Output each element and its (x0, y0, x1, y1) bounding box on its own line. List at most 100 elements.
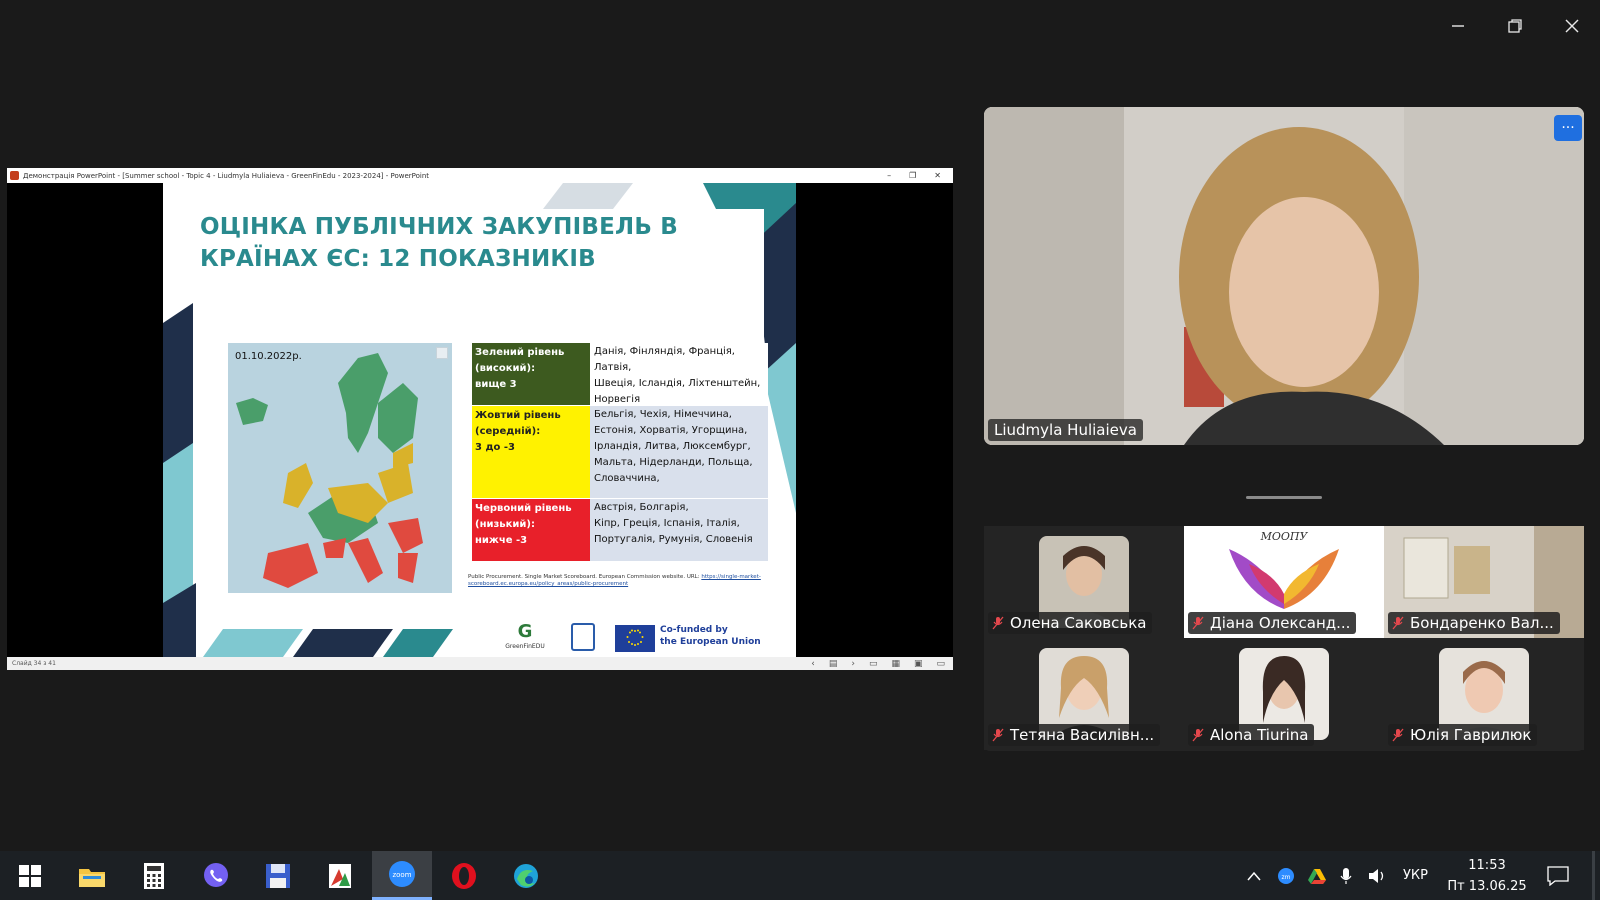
slide-area: ОЦІНКА ПУБЛІЧНИХ ЗАКУПІВЕЛЬ В КРАЇНАХ ЄС… (7, 183, 953, 657)
drive-tray-icon[interactable] (1308, 851, 1326, 900)
tray-overflow-icon[interactable] (1247, 851, 1261, 900)
slide-counter: Слайд 34 з 41 (12, 660, 56, 667)
speaker-avatar (984, 107, 1584, 445)
zoom-button[interactable]: zoom (372, 851, 432, 900)
language-indicator[interactable]: УКР (1403, 851, 1428, 900)
notifications-icon[interactable] (1547, 851, 1569, 900)
windows-taskbar: zoom zm УКР 11:53 Пт 13.06.25 (0, 851, 1600, 900)
participant-banner: МООПУ (1260, 530, 1308, 543)
muted-mic-icon (992, 616, 1004, 630)
legend-countries: Австрія, Болгарія, Кіпр, Греція, Іспанія… (590, 499, 768, 561)
participant-tile[interactable]: Бондаренко Вал... (1384, 526, 1584, 638)
eu-cofunded-text: Co-funded by the European Union (660, 625, 761, 647)
show-desktop-button[interactable] (1592, 851, 1595, 900)
pp-close-icon: ✕ (934, 171, 941, 180)
panel-resize-handle[interactable] (1246, 496, 1322, 499)
pdf-icon (329, 863, 351, 888)
legend-countries: Бельгія, Чехія, Німеччина, Естонія, Хорв… (590, 406, 768, 498)
reading-view-icon[interactable]: ▣ (914, 659, 923, 669)
greenfinedu-g-icon: G (517, 621, 533, 642)
muted-mic-icon (992, 728, 1004, 742)
legend-level: Жовтий рівень (середній): 3 до -3 (472, 406, 590, 498)
clock-time: 11:53 (1468, 858, 1506, 873)
muted-mic-icon (1192, 616, 1204, 630)
sorter-view-icon[interactable]: ▦ (891, 659, 900, 669)
viber-button[interactable] (186, 851, 246, 900)
participant-gallery: Олена Саковська МООПУ Діана Олександ... … (984, 526, 1584, 751)
participant-tile[interactable]: Олена Саковська (984, 526, 1184, 638)
pp-minimize-icon: – (887, 171, 892, 180)
microphone-tray-icon[interactable] (1340, 851, 1352, 900)
muted-mic-icon (1392, 616, 1404, 630)
participant-name: Alona Tiurina (1210, 726, 1309, 744)
shared-screen: Демонстрація PowerPoint - [Summer school… (7, 168, 953, 670)
eu-flag-icon (615, 625, 655, 652)
calculator-button[interactable] (124, 851, 184, 900)
opera-button[interactable] (434, 851, 494, 900)
legend-level: Зелений рівень (високий): вище 3 (472, 343, 590, 405)
prev-slide-icon[interactable]: ‹ (811, 659, 815, 669)
restore-icon (1508, 19, 1522, 33)
participant-tile[interactable]: Тетяна Василівн... (984, 638, 1184, 750)
powerpoint-icon (10, 171, 19, 180)
start-icon (19, 864, 41, 887)
zoom-tray-icon[interactable]: zm (1277, 851, 1295, 900)
minimize-button[interactable] (1440, 10, 1476, 42)
legend-row-red: Червоний рівень (низький): нижче -3 Авст… (472, 499, 768, 561)
clock-date: Пт 13.06.25 (1447, 879, 1527, 894)
greenfinedu-logo: G GreenFinEDU (503, 621, 547, 655)
calculator-icon (144, 862, 164, 889)
file-explorer-button[interactable] (62, 851, 122, 900)
start-button[interactable] (0, 851, 60, 900)
muted-mic-icon (1392, 728, 1404, 742)
restore-button[interactable] (1497, 10, 1533, 42)
file-explorer-icon (79, 868, 105, 887)
save-app-button[interactable] (248, 851, 308, 900)
slideshow-view-icon[interactable]: ▭ (936, 659, 945, 669)
svg-text:zm: zm (1282, 874, 1291, 881)
volume-tray-icon[interactable] (1367, 851, 1387, 900)
powerpoint-statusbar: Слайд 34 з 41 ‹ ▤ › ▭ ▦ ▣ ▭ (7, 657, 953, 670)
muted-mic-icon (1192, 728, 1204, 742)
participant-name: Тетяна Василівн... (1010, 726, 1155, 744)
greenfinedu-label: GreenFinEDU (505, 643, 545, 650)
participant-tile[interactable]: Alona Tiurina (1184, 638, 1384, 750)
more-options-button[interactable]: ··· (1554, 115, 1582, 141)
normal-view-icon[interactable]: ▭ (869, 659, 878, 669)
slide: ОЦІНКА ПУБЛІЧНИХ ЗАКУПІВЕЛЬ В КРАЇНАХ ЄС… (163, 183, 796, 657)
participant-name: Бондаренко Вал... (1410, 614, 1554, 632)
speaker-video[interactable]: Liudmyla Huliaieva ··· (984, 107, 1584, 445)
pdf-app-button[interactable] (310, 851, 370, 900)
participant-tile[interactable]: Юлія Гаврилюк (1384, 638, 1584, 750)
europe-map: 01.10.2022р. (228, 343, 452, 593)
participant-name: Юлія Гаврилюк (1410, 726, 1532, 744)
slide-title: ОЦІНКА ПУБЛІЧНИХ ЗАКУПІВЕЛЬ В КРАЇНАХ ЄС… (200, 214, 678, 272)
powerpoint-title: Демонстрація PowerPoint - [Summer school… (23, 171, 430, 180)
zoom-icon-label: zoom (392, 871, 411, 879)
taskbar-clock[interactable]: 11:53 Пт 13.06.25 (1442, 855, 1532, 897)
legend-table: Зелений рівень (високий): вище 3 Данія, … (472, 343, 768, 563)
source-text: Public Procurement. Single Market Scoreb… (468, 574, 702, 580)
europe-map-graphic (236, 353, 423, 588)
next-slide-icon[interactable]: › (851, 659, 855, 669)
legend-row-green: Зелений рівень (високий): вище 3 Данія, … (472, 343, 768, 405)
edge-icon (514, 863, 538, 888)
powerpoint-titlebar: Демонстрація PowerPoint - [Summer school… (7, 168, 953, 183)
participant-name: Діана Олександ... (1210, 614, 1351, 632)
zoom-icon: zoom (389, 861, 415, 887)
close-icon (1565, 19, 1579, 33)
minimize-icon (1452, 25, 1464, 27)
legend-countries: Данія, Фінляндія, Франція, Латвія, Швеці… (590, 343, 768, 405)
save-icon (266, 863, 290, 888)
wings-logo-icon (1229, 549, 1339, 609)
close-button[interactable] (1554, 10, 1590, 42)
viber-icon (204, 862, 228, 887)
speaker-name: Liudmyla Huliaieva (988, 419, 1143, 441)
participant-tile[interactable]: МООПУ Діана Олександ... (1184, 526, 1384, 638)
legend-level: Червоний рівень (низький): нижче -3 (472, 499, 590, 561)
map-fullscreen-icon (436, 347, 448, 359)
slide-menu-icon[interactable]: ▤ (829, 659, 838, 669)
pp-restore-icon: ❐ (909, 171, 917, 180)
map-date: 01.10.2022р. (235, 351, 302, 362)
edge-button[interactable] (496, 851, 556, 900)
